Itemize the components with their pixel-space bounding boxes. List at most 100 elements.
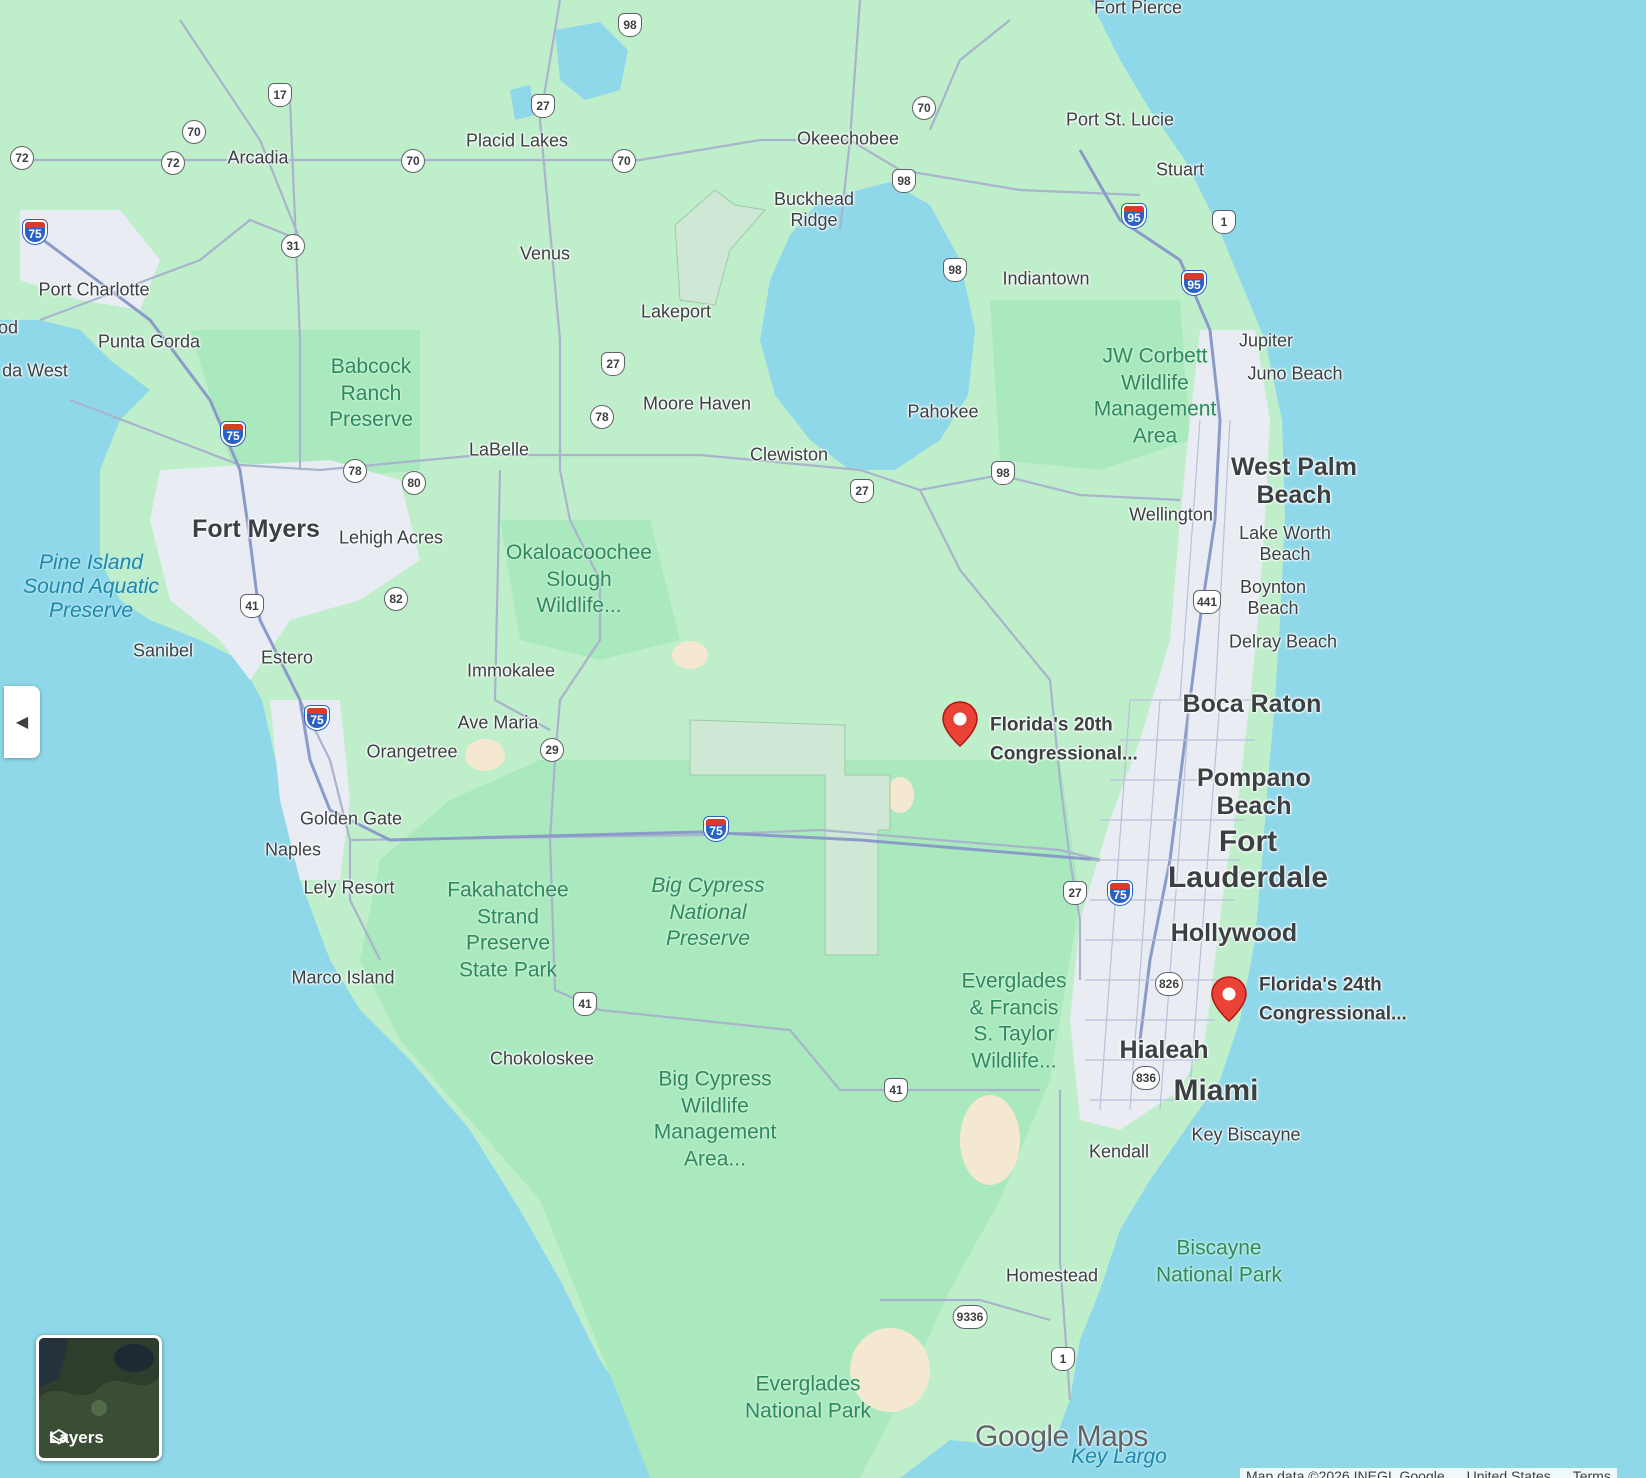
place-label-clewiston[interactable]: Clewiston: [750, 445, 828, 466]
place-label-juno-beach[interactable]: Juno Beach: [1247, 364, 1342, 385]
us-route-shield-1: 1: [1051, 1347, 1075, 1371]
city-label-boca-raton[interactable]: Boca Raton: [1183, 690, 1322, 718]
layers-icon: [49, 1428, 69, 1445]
map-footer: Map data ©2026 INEGI, Google United Stat…: [1240, 1468, 1617, 1478]
place-label-port-st-lucie[interactable]: Port St. Lucie: [1066, 110, 1174, 131]
state-route-shield-31: 31: [281, 234, 305, 258]
place-label-boynton-beach[interactable]: Boynton Beach: [1240, 577, 1306, 619]
us-route-shield-441: 441: [1192, 590, 1222, 614]
park-label-babcock-ranch[interactable]: Babcock Ranch Preserve: [329, 354, 413, 434]
state-route-shield-70: 70: [612, 149, 636, 173]
us-route-shield-27: 27: [850, 479, 874, 503]
interstate-shield-75: 75: [704, 817, 728, 841]
place-label-lehigh-acres[interactable]: Lehigh Acres: [339, 528, 443, 549]
place-label-moore-haven[interactable]: Moore Haven: [643, 394, 751, 415]
place-label-od[interactable]: od: [0, 318, 18, 339]
interstate-shield-75: 75: [1108, 881, 1132, 905]
place-label-stuart[interactable]: Stuart: [1156, 160, 1204, 181]
us-route-shield-1: 1: [1212, 210, 1236, 234]
place-label-orangetree[interactable]: Orangetree: [366, 742, 457, 763]
state-route-shield-29: 29: [540, 738, 564, 762]
place-label-immokalee[interactable]: Immokalee: [467, 661, 555, 682]
city-label-hialeah[interactable]: Hialeah: [1120, 1036, 1209, 1064]
place-label-fort-pierce[interactable]: Fort Pierce: [1094, 0, 1182, 19]
interstate-shield-75: 75: [23, 220, 47, 244]
place-label-lely-resort[interactable]: Lely Resort: [303, 878, 394, 899]
state-route-shield-826: 826: [1154, 972, 1184, 996]
collapse-side-panel-button[interactable]: ◀: [4, 686, 40, 758]
place-label-wellington[interactable]: Wellington: [1129, 505, 1213, 526]
us-route-shield-41: 41: [240, 594, 264, 618]
us-route-shield-27: 27: [601, 352, 625, 376]
place-label-lake-worth-beach[interactable]: Lake Worth Beach: [1239, 523, 1331, 565]
place-label-delray-beach[interactable]: Delray Beach: [1229, 632, 1337, 653]
city-label-hollywood[interactable]: Hollywood: [1171, 919, 1297, 947]
city-label-pompano-beach[interactable]: Pompano Beach: [1197, 764, 1311, 820]
location-pin-icon[interactable]: [940, 700, 980, 750]
us-route-shield-17: 17: [268, 83, 292, 107]
interstate-shield-75: 75: [305, 706, 329, 730]
place-label-buckhead-ridge[interactable]: Buckhead Ridge: [774, 189, 854, 231]
layers-button[interactable]: Layers: [36, 1335, 162, 1461]
place-label-da-west[interactable]: da West: [2, 361, 68, 382]
place-label-key-biscayne[interactable]: Key Biscayne: [1191, 1125, 1300, 1146]
sand-spot: [465, 739, 505, 771]
place-label-naples[interactable]: Naples: [265, 840, 321, 861]
city-label-fort-lauderdale[interactable]: Fort Lauderdale: [1168, 824, 1328, 896]
region-link[interactable]: United States: [1467, 1468, 1551, 1478]
us-route-shield-41: 41: [573, 992, 597, 1016]
location-pin-icon[interactable]: [1209, 975, 1249, 1025]
park-label-jw-corbett[interactable]: JW Corbett Wildlife Management Area: [1094, 344, 1217, 451]
place-label-jupiter[interactable]: Jupiter: [1239, 331, 1293, 352]
park-label-everglades-np[interactable]: Everglades National Park: [745, 1371, 871, 1424]
place-label-ave-maria[interactable]: Ave Maria: [458, 713, 539, 734]
park-label-biscayne-np[interactable]: Biscayne National Park: [1156, 1235, 1282, 1288]
place-label-labelle[interactable]: LaBelle: [469, 440, 529, 461]
place-label-homestead[interactable]: Homestead: [1006, 1266, 1098, 1287]
google-maps-watermark: Google Maps: [975, 1420, 1148, 1453]
us-route-shield-98: 98: [892, 169, 916, 193]
map-canvas[interactable]: Fort Pierce Port St. Lucie Stuart Placid La…: [0, 0, 1646, 1478]
chevron-left-icon: ◀: [15, 714, 29, 731]
pin-label-fl-24[interactable]: Florida's 24th Congressional...: [1259, 972, 1407, 1029]
state-route-shield-72: 72: [10, 146, 34, 170]
state-route-shield-78: 78: [590, 405, 614, 429]
state-route-shield-70: 70: [912, 96, 936, 120]
interstate-shield-95: 95: [1182, 271, 1206, 295]
city-label-miami[interactable]: Miami: [1173, 1073, 1258, 1109]
sand-spot: [960, 1095, 1020, 1185]
place-label-okeechobee[interactable]: Okeechobee: [797, 129, 899, 150]
park-label-everglades-taylor[interactable]: Everglades & Francis S. Taylor Wildlife...: [961, 969, 1066, 1076]
place-label-sanibel[interactable]: Sanibel: [133, 641, 193, 662]
pin-label-fl-20[interactable]: Florida's 20th Congressional...: [990, 712, 1138, 769]
place-label-kendall[interactable]: Kendall: [1089, 1142, 1149, 1163]
place-label-indiantown[interactable]: Indiantown: [1002, 269, 1089, 290]
interstate-shield-95: 95: [1122, 204, 1146, 228]
state-route-shield-82: 82: [384, 587, 408, 611]
park-label-fakahatchee[interactable]: Fakahatchee Strand Preserve State Park: [447, 878, 568, 985]
place-label-chokoloskee[interactable]: Chokoloskee: [490, 1049, 594, 1070]
place-label-venus[interactable]: Venus: [520, 244, 570, 265]
place-label-golden-gate[interactable]: Golden Gate: [300, 809, 402, 830]
city-label-fort-myers[interactable]: Fort Myers: [192, 515, 320, 543]
place-label-placid-lakes[interactable]: Placid Lakes: [466, 131, 568, 152]
state-route-shield-9336: 9336: [952, 1305, 988, 1329]
park-label-big-cypress-wma[interactable]: Big Cypress Wildlife Management Area...: [654, 1067, 777, 1174]
place-label-marco-island[interactable]: Marco Island: [291, 968, 394, 989]
place-label-port-charlotte[interactable]: Port Charlotte: [38, 280, 149, 301]
city-label-west-palm-beach[interactable]: West Palm Beach: [1231, 453, 1357, 509]
state-route-shield-70: 70: [401, 149, 425, 173]
state-route-shield-72: 72: [161, 151, 185, 175]
us-route-shield-98: 98: [618, 13, 642, 37]
place-label-punta-gorda[interactable]: Punta Gorda: [98, 332, 200, 353]
place-label-estero[interactable]: Estero: [261, 648, 313, 669]
terms-link[interactable]: Terms: [1573, 1468, 1611, 1478]
park-label-big-cypress-np[interactable]: Big Cypress National Preserve: [651, 873, 764, 953]
state-route-shield-836: 836: [1131, 1066, 1161, 1090]
place-label-arcadia[interactable]: Arcadia: [227, 148, 288, 169]
place-label-pahokee[interactable]: Pahokee: [907, 402, 978, 423]
park-label-okaloacoochee[interactable]: Okaloacoochee Slough Wildlife...: [506, 540, 652, 620]
state-route-shield-80: 80: [402, 471, 426, 495]
place-label-lakeport[interactable]: Lakeport: [641, 302, 711, 323]
water-label-pine-island-sound[interactable]: Pine Island Sound Aquatic Preserve: [23, 551, 159, 623]
